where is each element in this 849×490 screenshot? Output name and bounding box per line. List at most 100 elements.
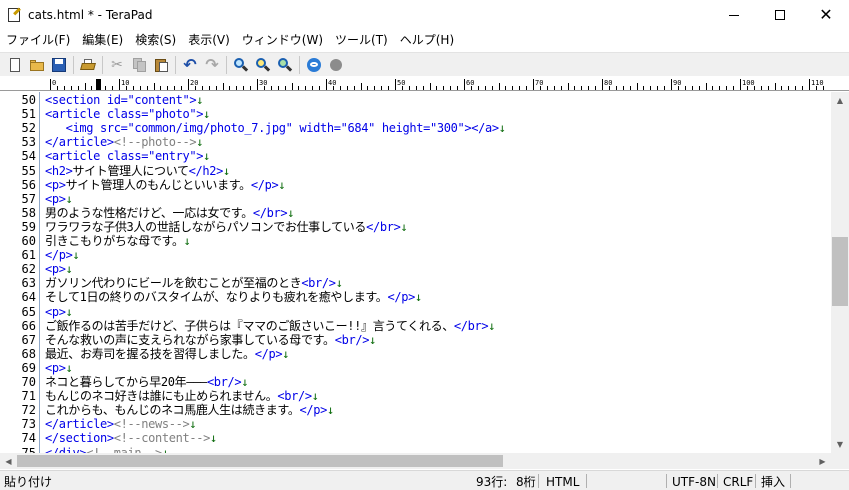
maximize-button[interactable] xyxy=(757,0,803,30)
find-prev-button[interactable] xyxy=(274,54,296,76)
copy-button[interactable] xyxy=(128,54,150,76)
status-insert-mode[interactable]: 挿入 xyxy=(761,474,785,490)
open-button[interactable] xyxy=(26,54,48,76)
find-button[interactable] xyxy=(230,54,252,76)
stop-button[interactable] xyxy=(325,54,347,76)
editor-line[interactable]: 73 </article><!--news-->↓ xyxy=(0,417,831,431)
paste-button[interactable] xyxy=(150,54,172,76)
editor-line[interactable]: 66 ご飯作るのは苦手だけど、子供らは『ママのご飯さいこー!!』言うてくれる、</… xyxy=(0,319,831,333)
editor-line[interactable]: 75 </div><!--main-->↓ xyxy=(0,446,831,454)
horizontal-scrollbar[interactable]: ◀ ▶ xyxy=(0,453,831,469)
editor-line[interactable]: 74 </section><!--content-->↓ xyxy=(0,431,831,445)
horizontal-scroll-thumb[interactable] xyxy=(17,455,503,467)
editor-line[interactable]: 52 <img src="common/img/photo_7.jpg" wid… xyxy=(0,121,831,135)
close-button[interactable]: ✕ xyxy=(803,0,849,30)
ruler-label: 40 xyxy=(328,79,337,87)
ruler-tick xyxy=(436,86,437,90)
editor-line[interactable]: 60 引きこもりがちな母です。↓ xyxy=(0,234,831,248)
editor-line[interactable]: 54 <article class="entry">↓ xyxy=(0,149,831,163)
editor-line[interactable]: 65 <p>↓ xyxy=(0,305,831,319)
browser-preview-button[interactable] xyxy=(303,54,325,76)
ruler-tick xyxy=(457,86,458,90)
ruler-tick xyxy=(347,86,348,90)
find-next-button[interactable] xyxy=(252,54,274,76)
ruler-tick xyxy=(512,86,513,90)
open-folder-icon xyxy=(29,57,45,73)
toolbar-separator xyxy=(226,55,227,74)
editor-line[interactable]: 61 </p>↓ xyxy=(0,248,831,262)
line-number: 60 xyxy=(21,234,36,248)
menu-tools[interactable]: ツール(T) xyxy=(329,30,394,50)
cut-button[interactable]: ✂ xyxy=(106,54,128,76)
ruler-tick xyxy=(809,79,810,90)
editor-line[interactable]: 72 これからも、もんじのネコ馬鹿人生は続きます。</p>↓ xyxy=(0,403,831,417)
editor-line[interactable]: 51 <article class="photo">↓ xyxy=(0,107,831,121)
editor-line[interactable]: 68 最近、お寿司を握る技を習得しました。</p>↓ xyxy=(0,347,831,361)
redo-button[interactable]: ↷ xyxy=(201,54,223,76)
editor-line[interactable]: 55 <h2>サイト管理人について</h2>↓ xyxy=(0,164,831,178)
scroll-up-button[interactable]: ▲ xyxy=(831,92,849,109)
status-encoding[interactable]: UTF-8N xyxy=(672,474,716,490)
editor-line[interactable]: 67 そんな救いの声に支えられながら家事している母です。<br/>↓ xyxy=(0,333,831,347)
scroll-down-button[interactable]: ▼ xyxy=(831,436,849,453)
line-code: <p>↓ xyxy=(45,305,73,319)
html-tag-text: </p> xyxy=(387,290,415,305)
menu-help[interactable]: ヘルプ(H) xyxy=(394,30,460,50)
menu-search[interactable]: 検索(S) xyxy=(129,30,182,50)
line-number: 59 xyxy=(21,219,36,234)
status-newline[interactable]: CRLF xyxy=(723,474,753,490)
ruler-tick xyxy=(685,86,686,90)
save-button[interactable] xyxy=(48,54,70,76)
ruler-tick xyxy=(223,83,224,90)
ruler-tick xyxy=(719,86,720,90)
terapad-app-icon[interactable] xyxy=(6,7,22,23)
editor-line[interactable]: 58 男のような性格だけど、一応は女です。</br>↓ xyxy=(0,206,831,220)
status-mode[interactable]: HTML xyxy=(546,474,579,490)
vertical-scrollbar[interactable]: ▲ ▼ xyxy=(831,92,849,453)
editor-line[interactable]: 50 <section id="content">↓ xyxy=(0,93,831,107)
ruler-tick xyxy=(91,86,92,90)
ruler-tick xyxy=(71,86,72,90)
html-tag-text: </article> xyxy=(45,135,114,150)
editor-line[interactable]: 63 ガソリン代わりにビールを飲むことが至福のとき<br/>↓ xyxy=(0,276,831,290)
editor-line[interactable]: 56 <p>サイト管理人のもんじといいます。</p>↓ xyxy=(0,178,831,192)
line-code: ご飯作るのは苦手だけど、子供らは『ママのご飯さいこー!!』言うてくれる、</br… xyxy=(45,318,496,333)
editor-line[interactable]: 57 <p>↓ xyxy=(0,192,831,206)
menu-file[interactable]: ファイル(F) xyxy=(0,30,76,50)
editor-line[interactable]: 70 ネコと暮らしてから早20年———<br/>↓ xyxy=(0,375,831,389)
print-button[interactable] xyxy=(77,54,99,76)
chevron-up-icon: ▲ xyxy=(836,96,844,105)
line-end-marker: ↓ xyxy=(203,107,210,122)
editor-line[interactable]: 64 そして1日の終りのバスタイムが、なりよりも疲れを癒やします。</p>↓ xyxy=(0,290,831,304)
editor-line[interactable]: 59 ワラワラな子供3人の世話しながらパソコンでお仕事している</br>↓ xyxy=(0,220,831,234)
ruler-label: 110 xyxy=(811,79,824,87)
line-code: これからも、もんじのネコ馬鹿人生は続きます。</p>↓ xyxy=(45,403,334,417)
ruler-tick xyxy=(388,86,389,90)
find-next-icon xyxy=(255,57,271,73)
html-tag-text: </br> xyxy=(453,318,489,333)
editor-line[interactable]: 53 </article><!--photo-->↓ xyxy=(0,135,831,149)
editor-line[interactable]: 71 もんじのネコ好きは誰にも止められません。<br/>↓ xyxy=(0,389,831,403)
menu-view[interactable]: 表示(V) xyxy=(182,30,236,50)
scroll-left-button[interactable]: ◀ xyxy=(0,453,17,469)
menu-window[interactable]: ウィンドウ(W) xyxy=(236,30,329,50)
text-editor[interactable]: 50 <section id="content">↓ 51 <article clas… xyxy=(0,92,831,453)
line-number: 71 xyxy=(21,389,36,404)
scroll-right-button[interactable]: ▶ xyxy=(814,453,831,469)
ruler-tick xyxy=(526,86,527,90)
ruler-tick xyxy=(781,86,782,90)
minimize-button[interactable] xyxy=(711,0,757,30)
vertical-scroll-thumb[interactable] xyxy=(832,237,848,306)
line-end-marker: ↓ xyxy=(183,234,191,248)
menu-edit[interactable]: 編集(E) xyxy=(76,30,129,50)
ruler-tick xyxy=(650,86,651,90)
ruler-tick xyxy=(768,86,769,90)
line-code: ガソリン代わりにビールを飲むことが至福のとき<br/>↓ xyxy=(45,276,343,290)
ruler-tick xyxy=(416,86,417,90)
new-file-button[interactable] xyxy=(4,54,26,76)
line-code: <p>↓ xyxy=(45,361,73,375)
editor-line[interactable]: 62 <p>↓ xyxy=(0,262,831,276)
undo-button[interactable]: ↶ xyxy=(179,54,201,76)
html-comment-text: <!--news--> xyxy=(113,417,190,432)
editor-line[interactable]: 69 <p>↓ xyxy=(0,361,831,375)
